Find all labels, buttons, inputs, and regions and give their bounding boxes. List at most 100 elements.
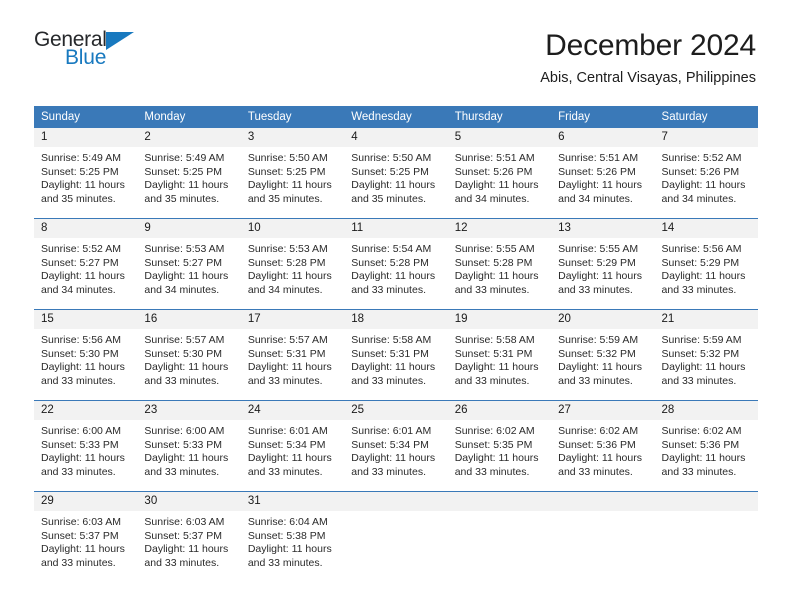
sunset-text: Sunset: 5:25 PM [351,165,429,178]
daylight-text-line2: and 33 minutes. [247,374,323,387]
calendar-day-cell[interactable]: 11 Sunrise: 5:54 AM Sunset: 5:28 PM Dayligh… [344,218,448,310]
day-details: Sunrise: 5:59 AM Sunset: 5:32 PM Daylight:… [551,329,654,388]
sunrise-text: Sunrise: 5:59 AM [558,334,639,346]
calendar-day-cell[interactable]: 29 Sunrise: 6:03 AM Sunset: 5:37 PM Dayligh… [34,491,138,582]
daylight-text-line2: and 33 minutes. [247,465,323,478]
sunset-text: Sunset: 5:36 PM [558,438,636,451]
calendar-day-cell[interactable]: 27 Sunrise: 6:02 AM Sunset: 5:36 PM Dayligh… [551,400,655,492]
calendar-day-cell[interactable]: 7 Sunrise: 5:52 AM Sunset: 5:26 PM Daylight… [654,128,758,219]
day-details: Sunrise: 5:57 AM Sunset: 5:31 PM Daylight:… [241,329,344,388]
page-subtitle: Abis, Central Visayas, Philippines [540,70,756,86]
sunrise-text: Sunrise: 5:55 AM [558,243,639,255]
calendar-day-cell[interactable]: 22 Sunrise: 6:00 AM Sunset: 5:33 PM Dayligh… [34,400,138,492]
calendar-day-cell[interactable]: 31 Sunrise: 6:04 AM Sunset: 5:38 PM Dayligh… [240,491,345,582]
sunrise-text: Sunrise: 6:00 AM [41,425,121,437]
sunset-text: Sunset: 5:28 PM [247,256,326,269]
day-number: 21 [654,310,758,329]
calendar-day-cell[interactable]: 25 Sunrise: 6:01 AM Sunset: 5:34 PM Dayligh… [344,400,448,492]
calendar-day-cell[interactable]: 18 Sunrise: 5:58 AM Sunset: 5:31 PM Dayligh… [344,309,448,401]
daylight-text-line2: and 33 minutes. [558,374,633,387]
calendar-day-cell[interactable]: 10 Sunrise: 5:53 AM Sunset: 5:28 PM Dayligh… [240,218,345,310]
daylight-text-line1: Daylight: 11 hours [247,270,332,283]
day-number: 19 [447,310,552,329]
sunset-text: Sunset: 5:34 PM [247,438,326,451]
page-title: December 2024 [545,29,756,62]
daylight-text-line2: and 33 minutes. [351,283,426,296]
day-details: Sunrise: 5:49 AM Sunset: 5:25 PM Daylight:… [137,147,240,206]
day-number [344,492,448,511]
daylight-text-line1: Daylight: 11 hours [558,452,642,465]
day-details: Sunrise: 5:57 AM Sunset: 5:30 PM Daylight:… [137,329,240,388]
calendar-day-cell[interactable]: 26 Sunrise: 6:02 AM Sunset: 5:35 PM Dayligh… [447,400,552,492]
day-details: Sunrise: 5:56 AM Sunset: 5:30 PM Daylight:… [34,329,137,388]
day-details: Sunrise: 5:54 AM Sunset: 5:28 PM Daylight:… [344,238,447,297]
calendar-day-cell[interactable]: 24 Sunrise: 6:01 AM Sunset: 5:34 PM Dayligh… [240,400,345,492]
daylight-text-line2: and 33 minutes. [351,374,426,387]
day-details: Sunrise: 5:49 AM Sunset: 5:25 PM Daylight:… [34,147,137,206]
daylight-text-line1: Daylight: 11 hours [558,270,642,283]
daylight-text-line2: and 33 minutes. [661,465,737,478]
day-details: Sunrise: 5:50 AM Sunset: 5:25 PM Daylight:… [241,147,344,206]
daylight-text-line1: Daylight: 11 hours [41,270,125,283]
day-number: 5 [447,128,552,147]
calendar-day-cell[interactable]: 19 Sunrise: 5:58 AM Sunset: 5:31 PM Dayligh… [447,309,552,401]
sunrise-text: Sunrise: 5:51 AM [454,152,535,164]
calendar-day-cell[interactable]: 28 Sunrise: 6:02 AM Sunset: 5:36 PM Dayligh… [654,400,758,492]
calendar-body: 1 Sunrise: 5:49 AM Sunset: 5:25 PM Daylight… [34,128,758,582]
calendar-day-cell[interactable]: 2 Sunrise: 5:49 AM Sunset: 5:25 PM Daylight… [137,128,241,219]
calendar-day-cell[interactable]: 4 Sunrise: 5:50 AM Sunset: 5:25 PM Daylight… [344,128,448,219]
sunrise-text: Sunrise: 5:49 AM [41,152,121,164]
calendar-day-cell[interactable]: 12 Sunrise: 5:55 AM Sunset: 5:28 PM Dayligh… [447,218,552,310]
calendar-day-cell[interactable]: 3 Sunrise: 5:50 AM Sunset: 5:25 PM Daylight… [240,128,345,219]
day-number: 12 [447,219,552,238]
sunrise-text: Sunrise: 5:58 AM [351,334,432,346]
daylight-text-line1: Daylight: 11 hours [247,452,332,465]
daylight-text-line2: and 35 minutes. [351,192,426,205]
sunset-text: Sunset: 5:31 PM [454,347,533,360]
daylight-text-line2: and 35 minutes. [41,192,116,205]
calendar-day-cell[interactable]: 14 Sunrise: 5:56 AM Sunset: 5:29 PM Dayligh… [654,218,758,310]
calendar-day-cell[interactable]: 17 Sunrise: 5:57 AM Sunset: 5:31 PM Dayligh… [240,309,345,401]
day-number: 4 [344,128,448,147]
daylight-text-line1: Daylight: 11 hours [351,452,436,465]
day-number [447,492,552,511]
title-block: December 2024 Abis, Central Visayas, Phi… [540,26,756,89]
day-details: Sunrise: 5:53 AM Sunset: 5:28 PM Daylight:… [241,238,344,297]
sunrise-text: Sunrise: 6:03 AM [144,516,225,528]
sunset-text: Sunset: 5:33 PM [144,438,223,451]
daylight-text-line2: and 33 minutes. [351,465,426,478]
day-details: Sunrise: 6:03 AM Sunset: 5:37 PM Daylight:… [34,511,137,570]
sunrise-text: Sunrise: 5:56 AM [41,334,121,346]
sunrise-text: Sunrise: 5:53 AM [144,243,225,255]
calendar-day-cell[interactable]: 15 Sunrise: 5:56 AM Sunset: 5:30 PM Dayligh… [34,309,138,401]
daylight-text-line2: and 33 minutes. [144,374,220,387]
sunrise-text: Sunrise: 6:00 AM [144,425,225,437]
calendar-day-cell[interactable]: 13 Sunrise: 5:55 AM Sunset: 5:29 PM Dayligh… [551,218,655,310]
calendar-day-cell[interactable]: 23 Sunrise: 6:00 AM Sunset: 5:33 PM Dayligh… [137,400,241,492]
calendar-day-cell[interactable]: 16 Sunrise: 5:57 AM Sunset: 5:30 PM Dayligh… [137,309,241,401]
sunrise-text: Sunrise: 6:04 AM [247,516,328,528]
calendar-day-cell[interactable]: 5 Sunrise: 5:51 AM Sunset: 5:26 PM Daylight… [447,128,552,219]
calendar-day-cell[interactable]: 30 Sunrise: 6:03 AM Sunset: 5:37 PM Dayligh… [137,491,241,582]
daylight-text-line2: and 33 minutes. [661,374,737,387]
calendar-day-cell[interactable]: 6 Sunrise: 5:51 AM Sunset: 5:26 PM Daylight… [551,128,655,219]
sunrise-text: Sunrise: 5:50 AM [351,152,432,164]
calendar-day-cell[interactable]: 9 Sunrise: 5:53 AM Sunset: 5:27 PM Daylight… [137,218,241,310]
calendar-day-cell[interactable]: 8 Sunrise: 5:52 AM Sunset: 5:27 PM Daylight… [34,218,138,310]
calendar-day-cell[interactable]: 21 Sunrise: 5:59 AM Sunset: 5:32 PM Dayligh… [654,309,758,401]
weekday-header-thursday: Thursday [447,106,552,128]
page-header: General Blue December 2024 Abis, Central… [0,0,792,100]
day-details: Sunrise: 5:50 AM Sunset: 5:25 PM Daylight:… [344,147,447,206]
sunset-text: Sunset: 5:28 PM [351,256,429,269]
day-details: Sunrise: 5:55 AM Sunset: 5:29 PM Daylight:… [551,238,654,297]
weekday-header-wednesday: Wednesday [344,106,448,128]
daylight-text-line2: and 34 minutes. [144,283,220,296]
sunset-text: Sunset: 5:33 PM [41,438,119,451]
day-number: 11 [344,219,448,238]
weekday-header-saturday: Saturday [654,106,758,128]
calendar-day-cell[interactable]: 1 Sunrise: 5:49 AM Sunset: 5:25 PM Daylight… [34,128,138,219]
generalblue-logo[interactable]: General Blue [34,26,144,68]
sunrise-text: Sunrise: 5:57 AM [247,334,328,346]
daylight-text-line1: Daylight: 11 hours [454,270,539,283]
calendar-day-cell[interactable]: 20 Sunrise: 5:59 AM Sunset: 5:32 PM Dayligh… [551,309,655,401]
